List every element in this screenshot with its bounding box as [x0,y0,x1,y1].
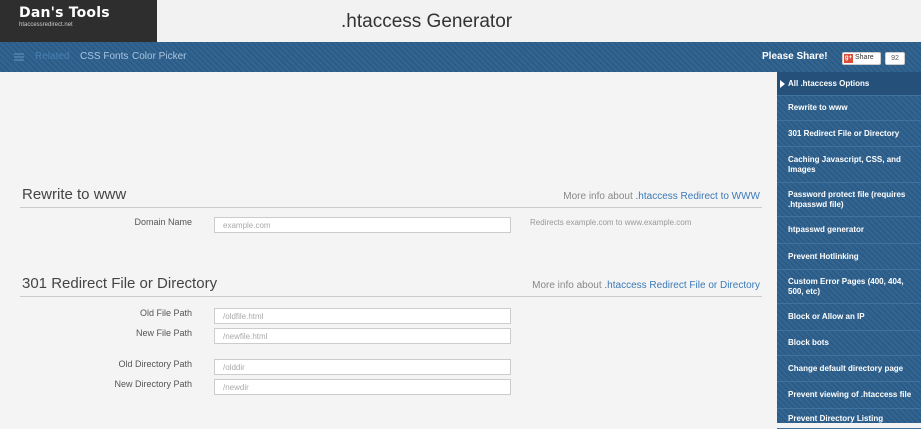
new-file-path-label: New File Path [135,328,192,338]
sidebar-item-prevent-htaccess[interactable]: Prevent viewing of .htaccess file [777,382,921,409]
sidebar-item-label: 301 Redirect File or Directory [788,128,900,138]
header: Dan's Tools htaccessredirect.net .htacce… [0,0,921,42]
sidebar-item-label: Block bots [788,338,829,347]
nav-link-color-picker[interactable]: Color Picker [132,51,186,62]
gplus-icon: g+ [844,54,853,63]
options-sidebar: All .htaccess Options Rewrite to www 301… [777,72,921,429]
more-info-link-www[interactable]: .htaccess Redirect to WWW [636,191,760,202]
menu-icon[interactable] [14,53,24,61]
section-divider [20,296,762,297]
logo-subtitle: htaccessredirect.net [19,22,73,28]
sidebar-item-label: Prevent Hotlinking [788,251,859,261]
more-info-prefix: More info about [532,280,605,291]
more-info-prefix: More info about [563,191,636,202]
sidebar-item-label: Rewrite to www [788,103,848,112]
sidebar-item-label: Caching Javascript, CSS, and Images [788,154,901,174]
domain-name-input[interactable] [214,217,511,233]
sidebar-item-label: htpasswd generator [788,225,865,234]
gplus-share-button[interactable]: g+ Share [842,52,881,65]
site-logo[interactable]: Dan's Tools htaccessredirect.net [0,0,157,42]
sidebar-item-htpasswd[interactable]: htpasswd generator [777,217,921,244]
new-directory-path-input[interactable] [214,379,511,395]
new-directory-path-label: New Directory Path [114,379,192,389]
sidebar-item-label: Password protect file (requires .htpassw… [788,189,906,209]
sidebar-item-label: Prevent Directory Listing [788,413,884,423]
share-count: 92 [885,52,905,65]
more-info-rewrite: More info about .htaccess Redirect to WW… [500,191,760,202]
logo-title: Dan's Tools [19,5,110,21]
old-directory-path-input[interactable] [214,359,511,375]
sidebar-item-label: Change default directory page [788,363,904,373]
top-nav-bar: Related CSS Fonts Color Picker Please Sh… [0,42,921,72]
share-label: Please Share! [762,51,828,62]
gplus-share-label: Share [855,54,874,61]
section-divider [20,207,762,208]
sidebar-item-caching[interactable]: Caching Javascript, CSS, and Images [777,147,921,183]
new-file-path-input[interactable] [214,328,511,344]
more-info-link-301[interactable]: .htaccess Redirect File or Directory [604,280,760,291]
domain-name-label: Domain Name [134,217,192,227]
nav-related-label: Related [35,51,70,62]
section-title-rewrite-www: Rewrite to www [22,186,127,203]
sidebar-item-block-bots[interactable]: Block bots [777,331,921,356]
sidebar-item-label: All .htaccess Options [788,78,870,88]
section-title-301-redirect: 301 Redirect File or Directory [22,275,218,292]
old-file-path-label: Old File Path [139,308,192,318]
rewrite-hint: Redirects example.com to www.example.com [530,218,692,227]
sidebar-item-password-protect[interactable]: Password protect file (requires .htpassw… [777,183,921,217]
caret-right-icon [780,80,785,88]
sidebar-item-default-page[interactable]: Change default directory page [777,356,921,382]
sidebar-item-all-options[interactable]: All .htaccess Options [777,72,921,96]
sidebar-item-block-ip[interactable]: Block or Allow an IP [777,304,921,331]
sidebar-item-error-pages[interactable]: Custom Error Pages (400, 404, 500, etc) [777,270,921,304]
sidebar-item-label: Custom Error Pages (400, 404, 500, etc) [788,276,904,296]
nav-link-css-fonts[interactable]: CSS Fonts [80,51,128,62]
sidebar-item-hotlinking[interactable]: Prevent Hotlinking [777,244,921,270]
sidebar-item-label: Prevent viewing of .htaccess file [788,390,912,399]
sidebar-item-directory-listing[interactable]: Prevent Directory Listing [777,409,921,429]
old-file-path-input[interactable] [214,308,511,324]
sidebar-item-rewrite-www[interactable]: Rewrite to www [777,96,921,121]
sidebar-item-301-redirect[interactable]: 301 Redirect File or Directory [777,121,921,147]
page-title: .htaccess Generator [341,11,513,32]
more-info-301: More info about .htaccess Redirect File … [440,280,760,291]
sidebar-item-label: Block or Allow an IP [788,312,865,321]
old-directory-path-label: Old Directory Path [118,359,192,369]
